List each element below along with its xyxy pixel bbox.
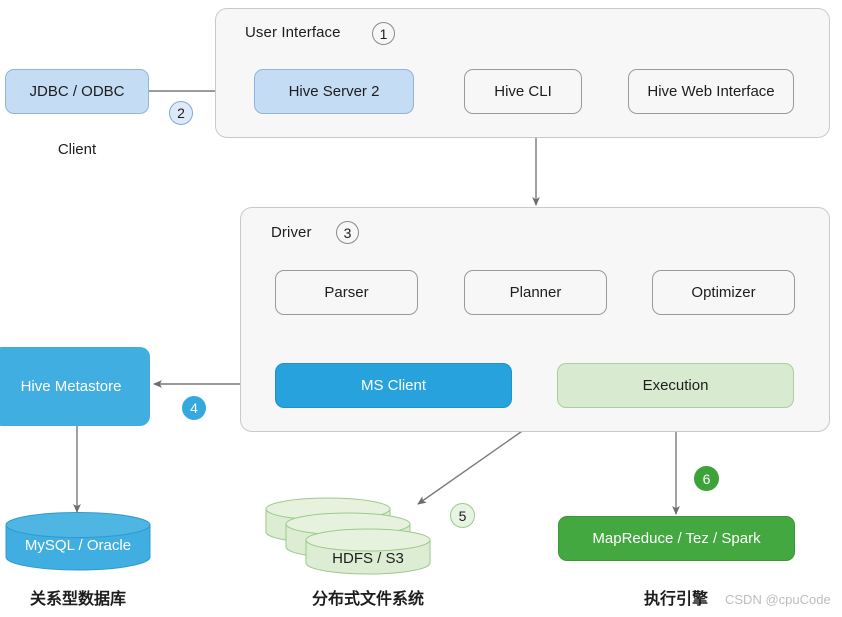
- group-driver-title: Driver: [271, 224, 312, 241]
- node-hive-web-interface[interactable]: Hive Web Interface: [628, 69, 794, 114]
- group-user-interface-title: User Interface: [245, 24, 341, 41]
- caption-distributed-file-system: 分布式文件系统: [311, 591, 424, 608]
- node-ms-client[interactable]: MS Client: [275, 363, 512, 408]
- badge-4: 4: [182, 396, 206, 420]
- node-planner[interactable]: Planner: [464, 270, 607, 315]
- node-execution[interactable]: Execution: [557, 363, 794, 408]
- badge-6: 6: [694, 466, 719, 491]
- node-parser[interactable]: Parser: [275, 270, 418, 315]
- node-hive-server-2[interactable]: Hive Server 2: [254, 69, 414, 114]
- node-mapreduce-tez-spark[interactable]: MapReduce / Tez / Spark: [558, 516, 795, 561]
- badge-2: 2: [169, 101, 193, 125]
- node-hive-cli[interactable]: Hive CLI: [464, 69, 582, 114]
- hive-architecture-diagram: User Interface 1 Hive Server 2 Hive CLI …: [0, 0, 842, 617]
- caption-relational-database: 关系型数据库: [29, 591, 126, 608]
- label-hdfs-s3: HDFS / S3: [332, 549, 404, 567]
- badge-3: 3: [336, 221, 359, 244]
- caption-client: Client: [57, 141, 97, 158]
- label-mysql-oracle: MySQL / Oracle: [24, 536, 132, 554]
- node-hive-metastore[interactable]: Hive Metastore: [0, 347, 150, 426]
- node-jdbc-odbc[interactable]: JDBC / ODBC: [5, 69, 149, 114]
- watermark-text: CSDN @cpuCode: [725, 592, 831, 607]
- badge-1: 1: [372, 22, 395, 45]
- node-optimizer[interactable]: Optimizer: [652, 270, 795, 315]
- badge-5: 5: [450, 503, 475, 528]
